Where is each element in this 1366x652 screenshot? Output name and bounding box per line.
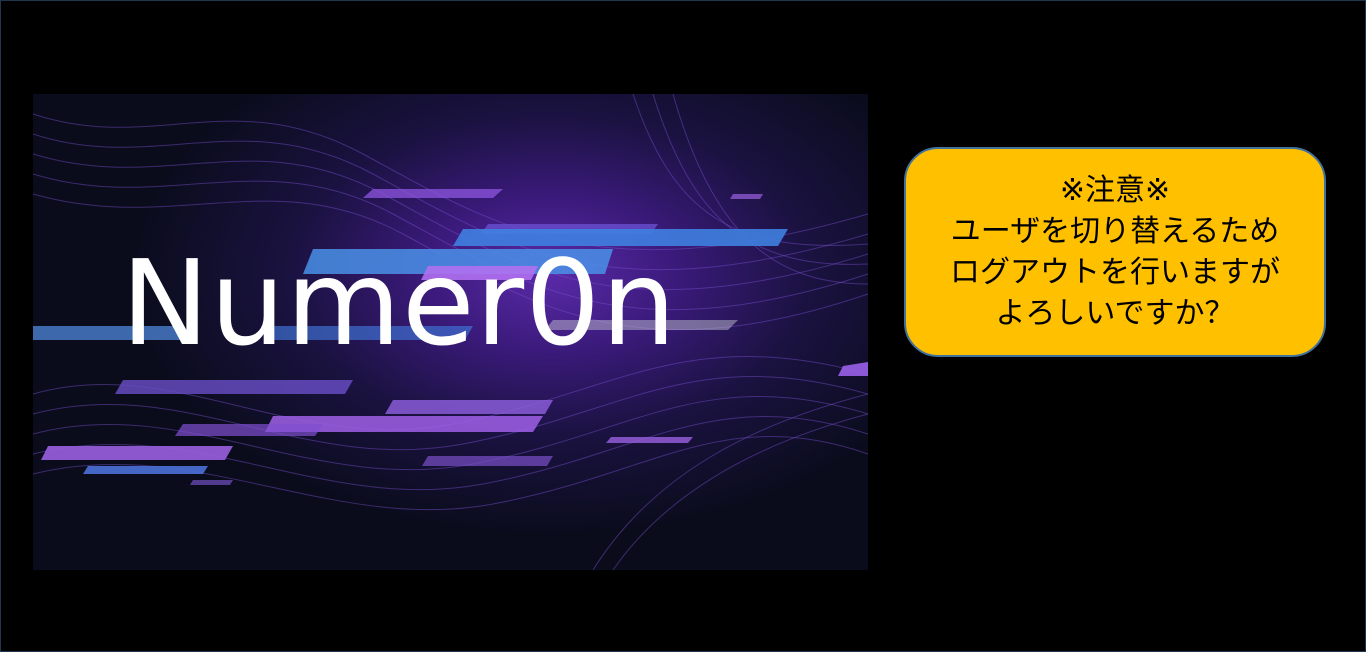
- numeron-banner-image: Numer0n: [33, 94, 868, 570]
- notice-line: ログアウトを行いますが: [950, 255, 1280, 290]
- logout-confirm-screen: Numer0n ※注意※ ユーザを切り替えるため ログアウトを行いますが よろし…: [0, 0, 1366, 652]
- notice-heading: ※注意※: [1059, 173, 1171, 208]
- logout-warning-callout: ※注意※ ユーザを切り替えるため ログアウトを行いますが よろしいですか？: [904, 147, 1326, 357]
- notice-line: よろしいですか？: [995, 296, 1235, 331]
- banner-title: Numer0n: [121, 234, 677, 372]
- notice-line: ユーザを切り替えるため: [950, 214, 1280, 249]
